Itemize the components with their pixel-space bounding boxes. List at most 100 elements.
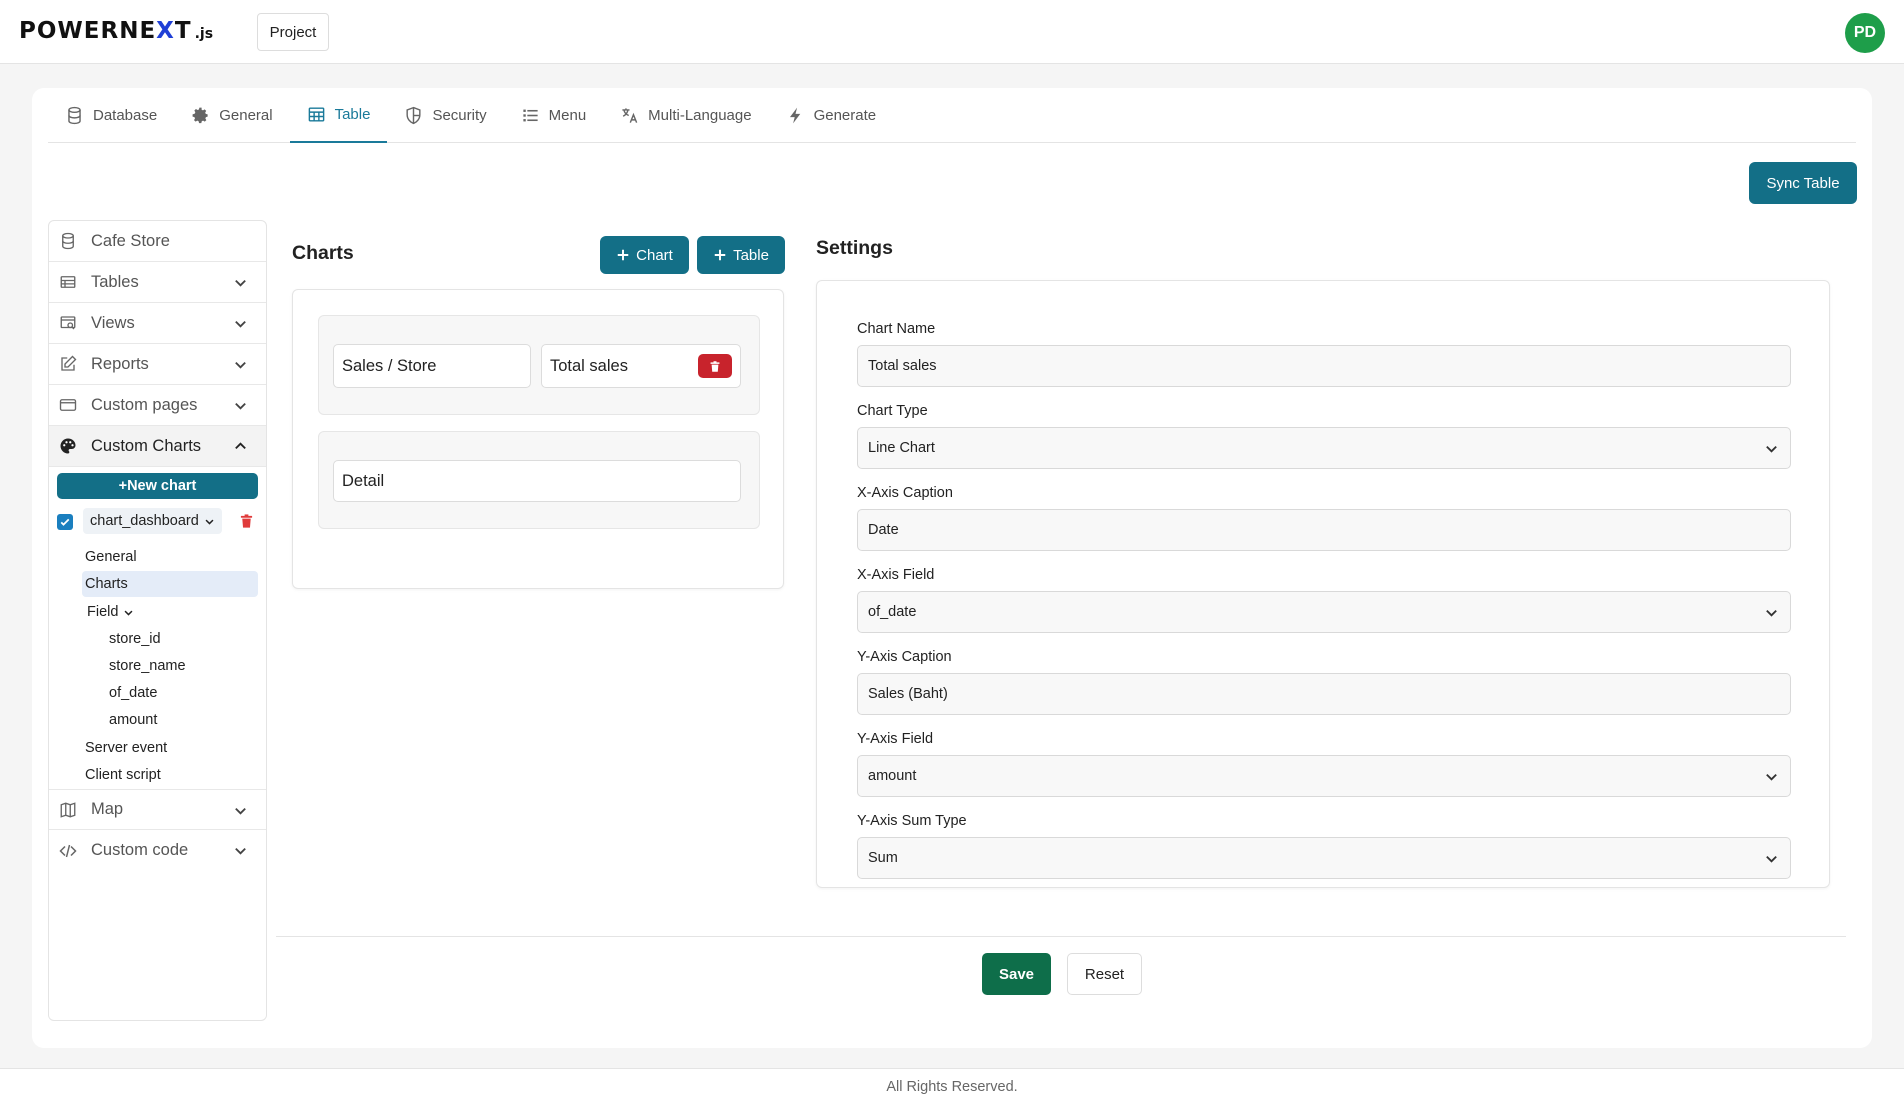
sidebar-item-label: Tables xyxy=(91,272,139,291)
sidebar-item-label: Cafe Store xyxy=(91,231,170,250)
chevron-down-icon xyxy=(235,361,246,369)
footer-text: All Rights Reserved. xyxy=(886,1078,1018,1095)
tab-label: Database xyxy=(93,107,158,124)
chart-name-dropdown[interactable]: chart_dashboard xyxy=(83,508,222,534)
settings-title: Settings xyxy=(816,237,893,259)
chart-tile-sales-store[interactable]: Sales / Store xyxy=(333,344,531,388)
chart-name-input[interactable]: Total sales xyxy=(857,345,1791,387)
charts-layout-box: Sales / Store Total sales Detail xyxy=(292,289,784,589)
tree-item-field-store-name[interactable]: store_name xyxy=(109,653,186,679)
chart-group: Detail xyxy=(318,431,760,529)
sidebar-item-custom-pages[interactable]: Custom pages xyxy=(49,385,266,426)
chevron-down-icon xyxy=(124,610,133,616)
logo-suffix: .js xyxy=(194,26,214,42)
chart-type-label: Chart Type xyxy=(857,403,928,419)
plus-icon xyxy=(714,249,726,261)
sidebar-item-label: Custom code xyxy=(91,841,189,859)
list-icon xyxy=(523,109,538,122)
chart-type-select[interactable]: Line Chart xyxy=(857,427,1791,469)
project-button[interactable]: Project xyxy=(257,13,329,51)
tree-item-charts[interactable]: Charts xyxy=(82,571,258,597)
chart-item: chart_dashboard xyxy=(57,508,258,534)
x-axis-caption-input[interactable]: Date xyxy=(857,509,1791,551)
sidebar-item-tables[interactable]: Tables xyxy=(49,262,266,303)
y-axis-caption-input[interactable]: Sales (Baht) xyxy=(857,673,1791,715)
x-axis-field-select[interactable]: of_date xyxy=(857,591,1791,633)
chevron-down-icon xyxy=(235,847,246,855)
trash-icon[interactable] xyxy=(239,513,254,529)
add-chart-label: Chart xyxy=(636,246,673,264)
tree-item-general[interactable]: General xyxy=(85,544,137,570)
sidebar-item-custom-charts[interactable]: Custom Charts xyxy=(49,426,266,467)
tab-label: Table xyxy=(334,106,371,123)
y-axis-field-select[interactable]: amount xyxy=(857,755,1791,797)
page-icon xyxy=(59,396,77,414)
tab-generate[interactable]: Generate xyxy=(769,88,894,143)
gear-icon xyxy=(192,107,208,124)
tree-item-field[interactable]: Field xyxy=(87,599,134,625)
top-bar: POWERNE X T .js Project PD xyxy=(0,0,1904,64)
tree-item-field-amount[interactable]: amount xyxy=(109,707,157,733)
table-icon xyxy=(308,107,324,122)
add-table-button[interactable]: Table xyxy=(697,236,785,274)
chevron-down-icon xyxy=(1766,445,1777,453)
user-avatar[interactable]: PD xyxy=(1845,13,1885,53)
chevron-down-icon xyxy=(235,320,246,328)
chevron-down-icon xyxy=(1766,855,1777,863)
tab-security[interactable]: Security xyxy=(387,88,503,143)
tab-database[interactable]: Database xyxy=(48,88,174,143)
tab-menu[interactable]: Menu xyxy=(504,88,604,143)
y-axis-sum-type-select[interactable]: Sum xyxy=(857,837,1791,879)
reset-button[interactable]: Reset xyxy=(1067,953,1142,995)
x-axis-field-value: of_date xyxy=(868,604,917,620)
chevron-down-icon xyxy=(1766,773,1777,781)
sidebar-item-map[interactable]: Map xyxy=(49,789,266,830)
y-axis-field-label: Y-Axis Field xyxy=(857,731,934,747)
sidebar-item-custom-code[interactable]: Custom code xyxy=(49,830,266,871)
lightning-icon xyxy=(789,107,800,124)
shield-icon xyxy=(406,106,421,125)
y-axis-field-value: amount xyxy=(868,768,917,784)
translate-icon xyxy=(622,108,638,123)
tab-label: Multi-Language xyxy=(648,107,752,124)
tab-general[interactable]: General xyxy=(174,88,289,143)
chevron-down-icon xyxy=(1766,609,1777,617)
logo-text-main: POWERNE xyxy=(19,18,157,44)
database-icon xyxy=(59,232,77,250)
x-axis-field-label: X-Axis Field xyxy=(857,567,935,583)
palette-icon xyxy=(59,437,77,455)
chevron-down-icon xyxy=(205,519,214,525)
tab-label: Security xyxy=(432,107,487,124)
chart-tile-total-sales[interactable]: Total sales xyxy=(541,344,741,388)
delete-chart-button[interactable] xyxy=(698,354,732,378)
app-logo[interactable]: POWERNE X T .js xyxy=(19,18,213,46)
chevron-down-icon xyxy=(235,279,246,287)
tree-item-field-store-id[interactable]: store_id xyxy=(109,626,161,652)
sidebar-item-views[interactable]: Views xyxy=(49,303,266,344)
tree-item-field-of-date[interactable]: of_date xyxy=(109,680,157,706)
add-chart-button[interactable]: Chart xyxy=(600,236,689,274)
sidebar: Cafe Store Tables Views Reports Custom p… xyxy=(48,220,267,1021)
logo-text-rest: T xyxy=(174,18,192,44)
tab-bar: Database General Table Security Menu Mul… xyxy=(48,88,1856,143)
y-axis-caption-label: Y-Axis Caption xyxy=(857,649,952,665)
sync-table-button[interactable]: Sync Table xyxy=(1749,162,1857,204)
tree-item-client-script[interactable]: Client script xyxy=(85,762,161,788)
tab-multi-language[interactable]: Multi-Language xyxy=(603,88,768,143)
sidebar-item-reports[interactable]: Reports xyxy=(49,344,266,385)
tree-item-server-event[interactable]: Server event xyxy=(85,735,167,761)
chart-tile-detail[interactable]: Detail xyxy=(333,460,741,502)
database-icon xyxy=(68,106,81,125)
settings-form: Chart Name Total sales Chart Type Line C… xyxy=(816,280,1830,888)
sidebar-item-label: Map xyxy=(91,800,124,818)
new-chart-button[interactable]: +New chart xyxy=(57,473,258,499)
map-icon xyxy=(59,801,77,819)
logo-text-mark: X xyxy=(156,18,175,44)
sidebar-item-project[interactable]: Cafe Store xyxy=(49,221,266,262)
chart-checkbox[interactable] xyxy=(57,514,73,530)
y-axis-sum-type-label: Y-Axis Sum Type xyxy=(857,813,967,829)
x-axis-caption-label: X-Axis Caption xyxy=(857,485,953,501)
edit-icon xyxy=(59,355,77,373)
save-button[interactable]: Save xyxy=(982,953,1051,995)
tab-table[interactable]: Table xyxy=(289,88,388,143)
